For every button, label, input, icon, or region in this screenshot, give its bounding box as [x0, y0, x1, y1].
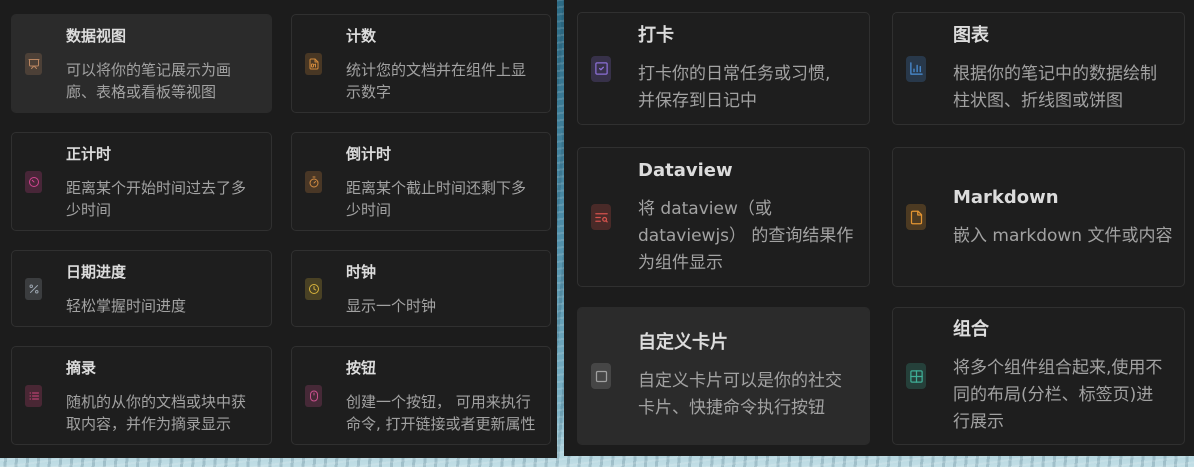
- widget-card-custom-card[interactable]: 自定义卡片 自定义卡片可以是你的社交 卡片、快捷命令执行按钮: [577, 307, 870, 445]
- card-text: 组合 将多个组件组合起来,使用不 同的布局(分栏、标签页)进 行展示: [953, 317, 1162, 436]
- card-title: 图表: [953, 24, 989, 46]
- card-title: 组合: [953, 318, 989, 340]
- card-description-line: 统计您的文档并在组件上显: [346, 60, 527, 79]
- card-description-line: 打卡你的日常任务或习惯,: [638, 63, 831, 84]
- card-description-line: 创建一个按钮， 可用来执行: [346, 392, 531, 411]
- widget-card-clock[interactable]: 时钟 显示一个时钟: [291, 250, 551, 327]
- card-text: 日期进度 轻松掌握时间进度: [66, 261, 186, 317]
- bar-chart-icon: [906, 55, 926, 82]
- card-text: 图表 根据你的笔记中的数据绘制 柱状图、折线图或饼图: [953, 23, 1157, 115]
- widget-card-button[interactable]: 按钮 创建一个按钮， 可用来执行 命令, 打开链接或者更新属性: [291, 346, 551, 445]
- percent-icon: [25, 277, 42, 300]
- card-title: 数据视图: [66, 26, 127, 45]
- widget-card-countdown[interactable]: 倒计时 距离某个截止时间还剩下多 少时间: [291, 132, 551, 231]
- presentation-icon: [25, 52, 42, 75]
- card-title: 按钮: [346, 358, 377, 377]
- card-description-line: 廊、表格或看板等视图: [66, 82, 217, 101]
- card-description-line: 少时间: [66, 200, 112, 219]
- card-title: 日期进度: [66, 262, 127, 281]
- card-text: 倒计时 距离某个截止时间还剩下多 少时间: [346, 143, 526, 221]
- card-title: Dataview: [638, 159, 733, 181]
- card-title: 时钟: [346, 262, 377, 281]
- widget-card-date-progress[interactable]: 日期进度 轻松掌握时间进度: [11, 250, 272, 327]
- card-description-line: 少时间: [346, 200, 392, 219]
- card-text: 正计时 距离某个开始时间过去了多 少时间: [66, 143, 246, 221]
- card-title: Markdown: [953, 186, 1059, 208]
- list-icon: [25, 384, 42, 407]
- card-description-line: 距离某个开始时间过去了多: [66, 178, 247, 197]
- card-text: 打卡 打卡你的日常任务或习惯, 并保存到日记中: [638, 23, 830, 115]
- card-title: 计数: [346, 26, 377, 45]
- widget-card-markdown[interactable]: Markdown 嵌入 markdown 文件或内容: [892, 147, 1185, 287]
- card-text: 自定义卡片 自定义卡片可以是你的社交 卡片、快捷命令执行按钮: [638, 330, 842, 422]
- card-text: 摘录 随机的从你的文档或块中获 取内容，并作为摘录显示: [66, 357, 246, 435]
- card-description-line: 命令, 打开链接或者更新属性: [346, 414, 536, 433]
- card-description-line: 距离某个截止时间还剩下多: [346, 178, 527, 197]
- card-description-line: 并保存到日记中: [638, 90, 757, 111]
- card-description-line: 取内容，并作为摘录显示: [66, 414, 232, 433]
- widget-card-data-view[interactable]: 数据视图 可以将你的笔记展示为画 廊、表格或看板等视图: [11, 14, 272, 113]
- widget-card-dataview[interactable]: Dataview 将 dataview（或 dataviewjs） 的查询结果作…: [577, 147, 870, 287]
- file-digit-icon: [305, 52, 322, 75]
- card-text: 数据视图 可以将你的笔记展示为画 廊、表格或看板等视图: [66, 25, 231, 103]
- right-widget-panel: 打卡 打卡你的日常任务或习惯, 并保存到日记中 图表 根据你的笔记中的数据绘制 …: [564, 0, 1194, 456]
- card-text: Dataview 将 dataview（或 dataviewjs） 的查询结果作…: [638, 158, 853, 277]
- card-text: 计数 统计您的文档并在组件上显 示数字: [346, 25, 526, 103]
- clock-icon: [305, 277, 322, 300]
- card-description-line: 随机的从你的文档或块中获: [66, 392, 247, 411]
- layout-grid-icon: [906, 363, 926, 389]
- card-description-line: 可以将你的笔记展示为画: [66, 60, 232, 79]
- widget-card-counter[interactable]: 计数 统计您的文档并在组件上显 示数字: [291, 14, 551, 113]
- card-description-line: 根据你的笔记中的数据绘制: [953, 63, 1157, 84]
- card-description-line: 卡片、快捷命令执行按钮: [638, 398, 825, 418]
- card-text: 时钟 显示一个时钟: [346, 261, 436, 317]
- file-icon: [906, 204, 926, 230]
- card-description-line: 轻松掌握时间进度: [66, 296, 187, 315]
- square-icon: [591, 363, 611, 389]
- card-title: 打卡: [638, 24, 674, 46]
- widget-card-chart[interactable]: 图表 根据你的笔记中的数据绘制 柱状图、折线图或饼图: [892, 12, 1185, 125]
- card-description-line: dataviewjs） 的查询结果作: [638, 225, 854, 246]
- check-square-icon: [591, 55, 611, 82]
- card-text: Markdown 嵌入 markdown 文件或内容: [953, 185, 1173, 250]
- card-description-line: 将多个组件组合起来,使用不: [953, 357, 1163, 378]
- card-description-line: 嵌入 markdown 文件或内容: [953, 225, 1173, 246]
- card-description-line: 显示一个时钟: [346, 296, 437, 315]
- card-description-line: 为组件显示: [638, 252, 723, 273]
- card-description-line: 将 dataview（或: [638, 198, 772, 219]
- widget-card-check-in[interactable]: 打卡 打卡你的日常任务或习惯, 并保存到日记中: [577, 12, 870, 125]
- card-title: 自定义卡片: [638, 332, 728, 353]
- card-title: 摘录: [66, 358, 97, 377]
- widget-card-count-up[interactable]: 正计时 距离某个开始时间过去了多 少时间: [11, 132, 272, 231]
- count-up-timer-icon: [25, 170, 42, 193]
- card-title: 正计时: [66, 144, 112, 163]
- card-title: 倒计时: [346, 144, 392, 163]
- left-widget-panel: 数据视图 可以将你的笔记展示为画 廊、表格或看板等视图 计数 统计您的文档并在组…: [0, 0, 557, 458]
- widget-card-combination[interactable]: 组合 将多个组件组合起来,使用不 同的布局(分栏、标签页)进 行展示: [892, 307, 1185, 445]
- card-description-line: 自定义卡片可以是你的社交: [638, 371, 842, 391]
- card-text: 按钮 创建一个按钮， 可用来执行 命令, 打开链接或者更新属性: [346, 357, 536, 435]
- widget-card-excerpt[interactable]: 摘录 随机的从你的文档或块中获 取内容，并作为摘录显示: [11, 346, 272, 445]
- card-description-line: 行展示: [953, 411, 1004, 432]
- stopwatch-icon: [305, 170, 322, 193]
- card-description-line: 柱状图、折线图或饼图: [953, 90, 1123, 111]
- mouse-icon: [305, 384, 322, 407]
- list-search-icon: [591, 204, 611, 230]
- card-description-line: 同的布局(分栏、标签页)进: [953, 384, 1154, 405]
- card-description-line: 示数字: [346, 82, 392, 101]
